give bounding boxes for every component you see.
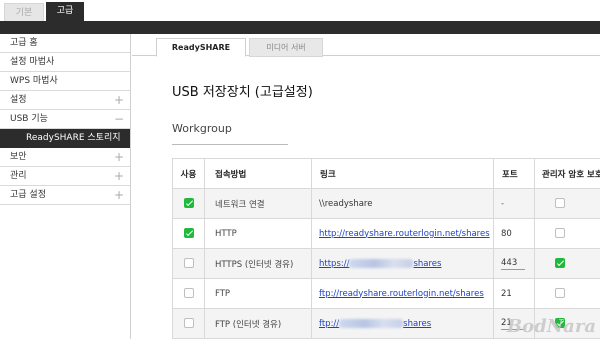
ftp-link[interactable]: ftp://readyshare.routerlogin.net/shares xyxy=(319,289,484,299)
sidebar-item-label: 설정 xyxy=(10,95,27,105)
sidebar-item-label: 설정 마법사 xyxy=(10,57,55,67)
ftp-internet-link[interactable]: ftp:// shares xyxy=(319,318,432,329)
sidebar-item-wps-wizard[interactable]: WPS 마법사 xyxy=(0,72,130,91)
link-cell: \\readyshare xyxy=(311,188,494,219)
password-protect-checkbox[interactable] xyxy=(555,228,565,239)
port-input[interactable]: 443 xyxy=(501,258,525,270)
link-prefix: https:// xyxy=(319,258,350,269)
header-password-protect: 관리자 암호 보호 xyxy=(534,158,600,189)
page-title: USB 저장장치 (고급설정) xyxy=(172,85,313,100)
top-tab-bar: 기본 고급 xyxy=(0,0,600,21)
http-link[interactable]: http://readyshare.routerlogin.net/shares xyxy=(319,229,490,239)
use-checkbox[interactable] xyxy=(183,318,194,329)
header-method: 접속방법 xyxy=(204,158,312,189)
sidebar-item-label: 보안 xyxy=(10,152,27,162)
header-port: 포트 xyxy=(493,158,535,189)
sidebar-item-setup[interactable]: 설정 + xyxy=(0,91,130,110)
method-cell: 네트워크 연결 xyxy=(204,188,312,219)
sidebar-item-security[interactable]: 보안 + xyxy=(0,148,130,167)
tab-advanced[interactable]: 고급 xyxy=(46,2,84,21)
port-value: - xyxy=(501,198,505,209)
expand-icon[interactable]: + xyxy=(114,186,124,204)
header-bar xyxy=(0,21,600,34)
main-content: ReadySHARE 미디어 서버 USB 저장장치 (고급설정) Workgr… xyxy=(132,34,600,339)
expand-icon[interactable]: + xyxy=(114,91,124,109)
redacted-address xyxy=(339,318,404,328)
port-value: 21 xyxy=(501,288,512,299)
sidebar-item-label: WPS 마법사 xyxy=(10,76,58,86)
sidebar-item-label: USB 기능 xyxy=(10,114,48,124)
password-protect-checkbox[interactable] xyxy=(555,288,565,299)
access-method-table: 사용 접속방법 링크 포트 관리자 암호 보호 네트워크 연결 \\readys… xyxy=(172,158,600,339)
table-row: 네트워크 연결 \\readyshare - xyxy=(172,188,600,219)
table-header-row: 사용 접속방법 링크 포트 관리자 암호 보호 xyxy=(172,158,600,189)
sidebar-item-advanced-setup[interactable]: 고급 설정 + xyxy=(0,186,130,205)
table-row: HTTP http://readyshare.routerlogin.net/s… xyxy=(172,218,600,249)
method-cell: HTTPS (인터넷 경유) xyxy=(204,248,312,279)
sidebar-item-label: 고급 홈 xyxy=(10,38,38,48)
sidebar-item-label: 관리 xyxy=(10,171,27,181)
sidebar: 고급 홈 설정 마법사 WPS 마법사 설정 + USB 기능 − ReadySHA… xyxy=(0,34,131,339)
redacted-address xyxy=(349,258,414,268)
section-divider xyxy=(172,144,288,145)
tab-basic[interactable]: 기본 xyxy=(4,3,44,21)
sidebar-item-management[interactable]: 관리 + xyxy=(0,167,130,186)
sidebar-item-advanced-home[interactable]: 고급 홈 xyxy=(0,34,130,53)
sidebar-item-setup-wizard[interactable]: 설정 마법사 xyxy=(0,53,130,72)
link-suffix: shares xyxy=(403,318,432,329)
link-suffix: shares xyxy=(413,258,442,269)
tab-media-server[interactable]: 미디어 서버 xyxy=(249,38,323,57)
method-cell: HTTP xyxy=(204,218,312,249)
use-checkbox[interactable] xyxy=(183,228,194,239)
collapse-icon[interactable]: − xyxy=(114,110,124,128)
use-checkbox[interactable] xyxy=(183,288,194,299)
sidebar-item-label: 고급 설정 xyxy=(10,190,46,200)
method-cell: FTP (인터넷 경유) xyxy=(204,308,312,339)
header-link: 링크 xyxy=(311,158,494,189)
tab-readyshare[interactable]: ReadySHARE xyxy=(156,38,246,57)
sidebar-item-usb[interactable]: USB 기능 − xyxy=(0,110,130,129)
password-protect-checkbox[interactable] xyxy=(555,258,565,269)
sub-tab-bar: ReadySHARE 미디어 서버 xyxy=(132,34,600,57)
https-link[interactable]: https:// shares xyxy=(319,258,442,269)
expand-icon[interactable]: + xyxy=(114,167,124,185)
header-use: 사용 xyxy=(172,158,205,189)
method-cell: FTP xyxy=(204,278,312,309)
workgroup-label: Workgroup xyxy=(172,122,232,135)
sidebar-subitem-readyshare-storage[interactable]: ReadySHARE 스토리지 xyxy=(0,129,130,148)
use-checkbox[interactable] xyxy=(183,198,194,209)
table-row: HTTPS (인터넷 경유) https:// shares 443 xyxy=(172,248,600,279)
port-value: 80 xyxy=(501,228,512,239)
expand-icon[interactable]: + xyxy=(114,148,124,166)
use-checkbox[interactable] xyxy=(183,258,194,269)
table-row: FTP ftp://readyshare.routerlogin.net/sha… xyxy=(172,278,600,309)
link-prefix: ftp:// xyxy=(319,318,340,329)
password-protect-checkbox[interactable] xyxy=(555,198,565,209)
watermark-logo: BodNara xyxy=(506,316,596,337)
